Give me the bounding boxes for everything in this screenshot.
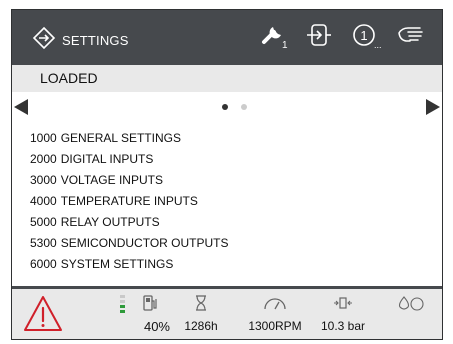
alarm-button[interactable] bbox=[22, 294, 64, 339]
hours-value: 1286h bbox=[184, 319, 218, 333]
menu-item-system-settings[interactable]: 6000 SYSTEM SETTINGS bbox=[12, 254, 442, 275]
menu-item-label: GENERAL SETTINGS bbox=[60, 131, 181, 145]
hand-icon bbox=[396, 23, 426, 52]
settings-icon bbox=[32, 26, 56, 55]
menu-item-label: VOLTAGE INPUTS bbox=[60, 173, 163, 187]
pressure-value: 10.3 bar bbox=[320, 319, 366, 333]
settings-menu: 1000 GENERAL SETTINGS 2000 DIGITAL INPUTS … bbox=[12, 128, 442, 275]
menu-item-code: 1000 bbox=[30, 131, 57, 145]
status-footer: 40% 1286h 1300RPM 10.3 bar bbox=[12, 286, 442, 339]
page-indicator-1 bbox=[222, 104, 228, 110]
wrench-button[interactable]: 1 bbox=[256, 20, 290, 54]
manual-mode-button[interactable] bbox=[394, 20, 428, 54]
drops-icon bbox=[396, 295, 426, 314]
hourglass-icon bbox=[195, 294, 207, 314]
page-indicator-2 bbox=[241, 104, 247, 110]
menu-item-general-settings[interactable]: 1000 GENERAL SETTINGS bbox=[12, 128, 442, 149]
menu-item-label: SYSTEM SETTINGS bbox=[60, 257, 174, 271]
fuel-meter: 40% bbox=[120, 293, 170, 334]
header-title: SETTINGS bbox=[62, 33, 129, 48]
rpm-value: 1300RPM bbox=[248, 319, 302, 333]
menu-item-code: 3000 bbox=[30, 173, 57, 187]
menu-item-code: 4000 bbox=[30, 194, 57, 208]
pager bbox=[12, 92, 442, 122]
pressure-meter: 10.3 bar bbox=[312, 293, 374, 333]
menu-item-semiconductor-outputs[interactable]: 5300 SEMICONDUCTOR OUTPUTS bbox=[12, 233, 442, 254]
menu-item-relay-outputs[interactable]: 5000 RELAY OUTPUTS bbox=[12, 212, 442, 233]
settings-nav[interactable]: SETTINGS bbox=[32, 26, 129, 55]
menu-item-label: DIGITAL INPUTS bbox=[60, 152, 154, 166]
prev-page-button[interactable] bbox=[14, 99, 28, 115]
wrench-subscript: 1 bbox=[282, 40, 288, 51]
gauge-icon bbox=[263, 295, 287, 314]
hours-meter: 1286h bbox=[178, 293, 224, 333]
warning-icon bbox=[22, 296, 64, 338]
menu-item-voltage-inputs[interactable]: 3000 VOLTAGE INPUTS bbox=[12, 170, 442, 191]
input-icon bbox=[305, 21, 333, 54]
fuel-value: 40% bbox=[143, 319, 170, 334]
status-bar: LOADED bbox=[12, 65, 442, 92]
menu-item-label: SEMICONDUCTOR OUTPUTS bbox=[60, 236, 229, 250]
input-button[interactable] bbox=[302, 20, 336, 54]
menu-item-code: 6000 bbox=[30, 257, 57, 271]
menu-item-digital-inputs[interactable]: 2000 DIGITAL INPUTS bbox=[12, 149, 442, 170]
pressure-icon bbox=[333, 296, 353, 313]
menu-item-temperature-inputs[interactable]: 4000 TEMPERATURE INPUTS bbox=[12, 191, 442, 212]
fuel-icon bbox=[142, 294, 158, 315]
menu-item-code: 2000 bbox=[30, 152, 57, 166]
settings-screen: SETTINGS 1 1 ... LOADED 1000 GENERAL SET… bbox=[11, 9, 443, 340]
header-bar: SETTINGS 1 1 ... bbox=[12, 10, 442, 65]
menu-item-code: 5000 bbox=[30, 215, 57, 229]
info-button[interactable]: 1 ... bbox=[348, 20, 382, 54]
rpm-meter: 1300RPM bbox=[240, 293, 310, 333]
info-subscript: ... bbox=[374, 40, 382, 50]
svg-text:1: 1 bbox=[360, 28, 367, 43]
menu-item-label: RELAY OUTPUTS bbox=[60, 215, 160, 229]
coolant-indicator bbox=[394, 293, 428, 315]
next-page-button[interactable] bbox=[426, 99, 440, 115]
fuel-level-bars bbox=[120, 295, 125, 313]
menu-item-label: TEMPERATURE INPUTS bbox=[60, 194, 198, 208]
menu-item-code: 5300 bbox=[30, 236, 57, 250]
